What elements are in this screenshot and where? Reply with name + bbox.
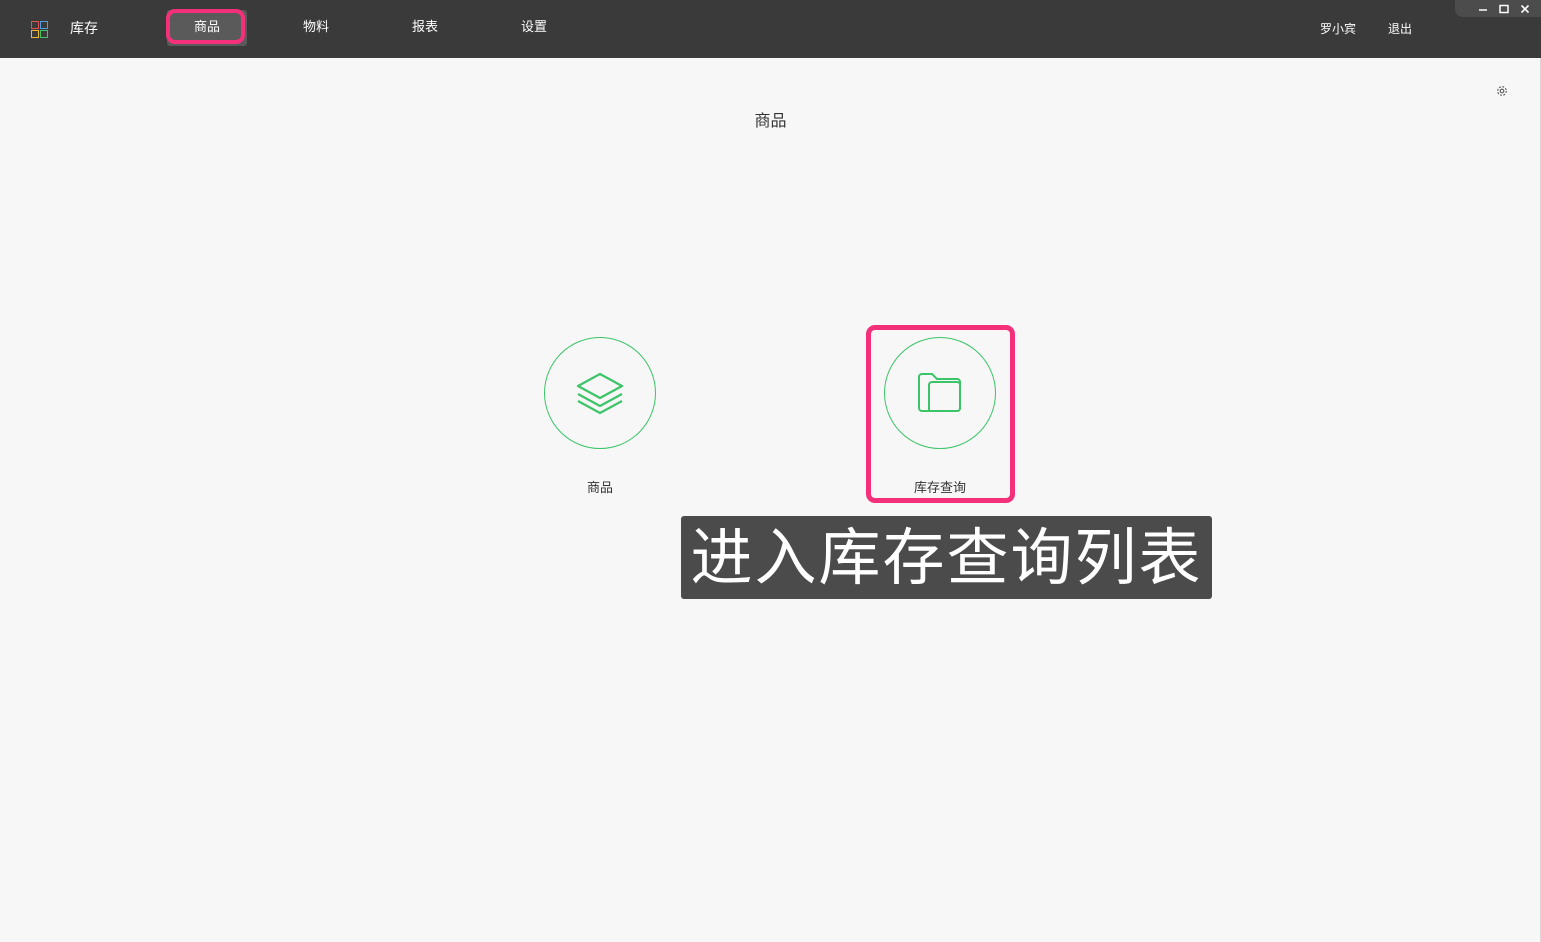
tile-inventory-query-label: 库存查询 — [913, 481, 966, 496]
nav-item-reports[interactable]: 报表 — [385, 10, 465, 46]
app-title: 库存 — [70, 21, 98, 37]
grid-apps-icon[interactable] — [31, 21, 48, 38]
tile-goods-label: 商品 — [586, 481, 613, 496]
nav-item-materials[interactable]: 物料 — [276, 10, 356, 46]
nav-item-goods[interactable]: 商品 — [167, 10, 247, 46]
tutorial-caption: 进入库存查询列表 — [681, 516, 1212, 599]
tile-inventory-query-circle[interactable] — [884, 337, 996, 449]
logout-link[interactable]: 退出 — [1388, 20, 1412, 37]
tile-goods-circle[interactable] — [544, 337, 656, 449]
top-bar: 库存 商品 物料 报表 设置 罗小宾 退出 — [0, 0, 1541, 58]
maximize-icon[interactable] — [1498, 3, 1510, 15]
tile-goods[interactable]: 商品 — [530, 337, 670, 496]
close-icon[interactable] — [1519, 3, 1531, 15]
tile-inventory-query[interactable]: 库存查询 — [870, 337, 1010, 496]
folder-icon — [918, 373, 961, 412]
window-controls — [1455, 0, 1541, 17]
layers-icon — [576, 372, 624, 415]
page-title: 商品 — [754, 111, 787, 130]
minimize-icon[interactable] — [1477, 3, 1489, 15]
nav-item-settings[interactable]: 设置 — [494, 10, 574, 46]
user-name: 罗小宾 — [1320, 22, 1357, 36]
gear-icon[interactable] — [1495, 84, 1509, 98]
